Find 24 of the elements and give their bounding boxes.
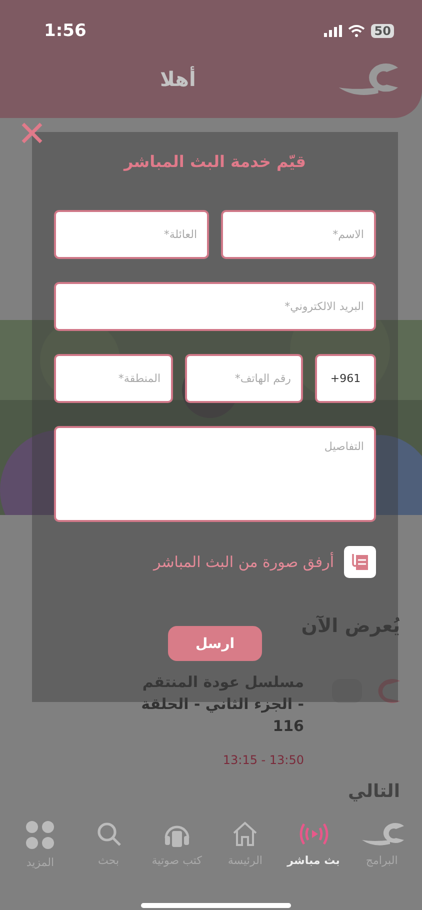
details-field[interactable]: التفاصيل — [54, 426, 376, 522]
input-field[interactable]: الاسم* — [221, 210, 376, 259]
status-time: 1:56 — [44, 21, 86, 41]
input-field[interactable]: البريد الالكتروني* — [54, 282, 376, 331]
grid-dots-icon — [25, 820, 56, 850]
input-field[interactable]: العائلة* — [54, 210, 209, 259]
wifi-icon — [348, 25, 366, 37]
section-title: التالي — [346, 781, 400, 802]
close-icon[interactable] — [20, 122, 44, 144]
signal-icon — [324, 25, 342, 37]
input-field[interactable]: المنطقة* — [54, 354, 172, 403]
input-field[interactable]: رقم الهاتف* — [184, 354, 303, 403]
dialog-title: قيّم خدمة البث المباشر — [124, 152, 306, 173]
logo-icon — [360, 820, 404, 848]
search-icon — [94, 820, 123, 848]
send-button[interactable]: ارسل — [168, 626, 262, 661]
attachment-icon — [344, 546, 376, 578]
program-time: 13:15 - 13:50 — [222, 753, 304, 767]
attach-image-button[interactable]: أرفق صورة من البث المباشر — [54, 546, 376, 578]
tab-bar-item[interactable]: بث مباشر — [282, 820, 345, 880]
country-code-field[interactable]: +961 — [315, 354, 376, 403]
header-title: أهلا — [160, 67, 196, 91]
battery-level: 50 — [371, 24, 394, 38]
home-icon — [231, 820, 260, 848]
